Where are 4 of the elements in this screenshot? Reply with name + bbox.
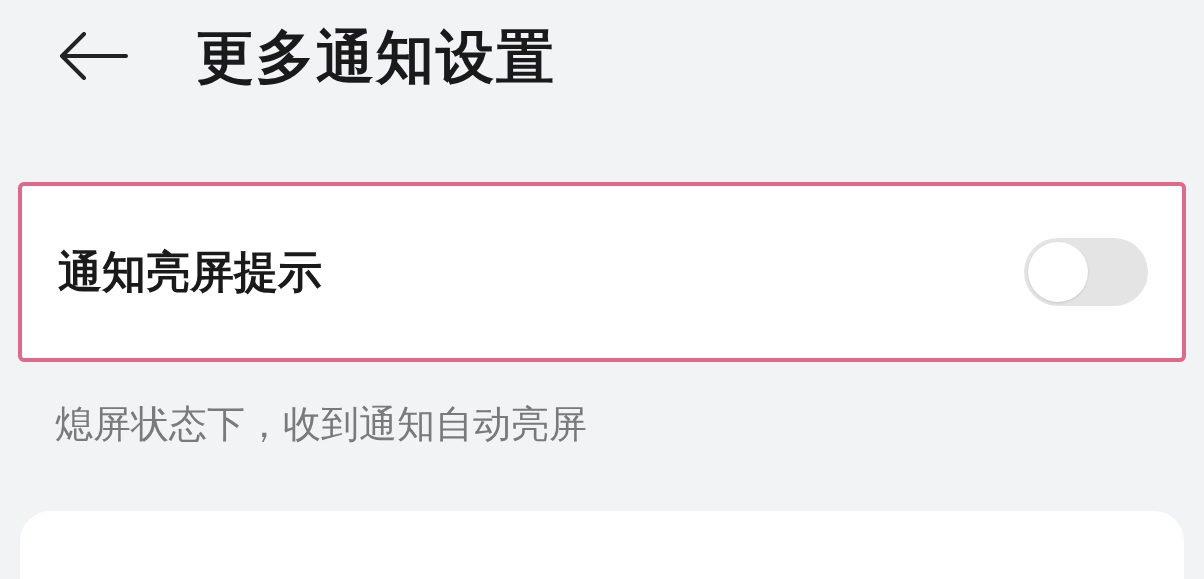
- page-title: 更多通知设置: [196, 22, 556, 91]
- back-arrow-icon: [58, 32, 128, 80]
- setting-label: 通知亮屏提示: [58, 246, 322, 298]
- setting-description: 熄屏状态下，收到通知自动亮屏: [55, 402, 588, 447]
